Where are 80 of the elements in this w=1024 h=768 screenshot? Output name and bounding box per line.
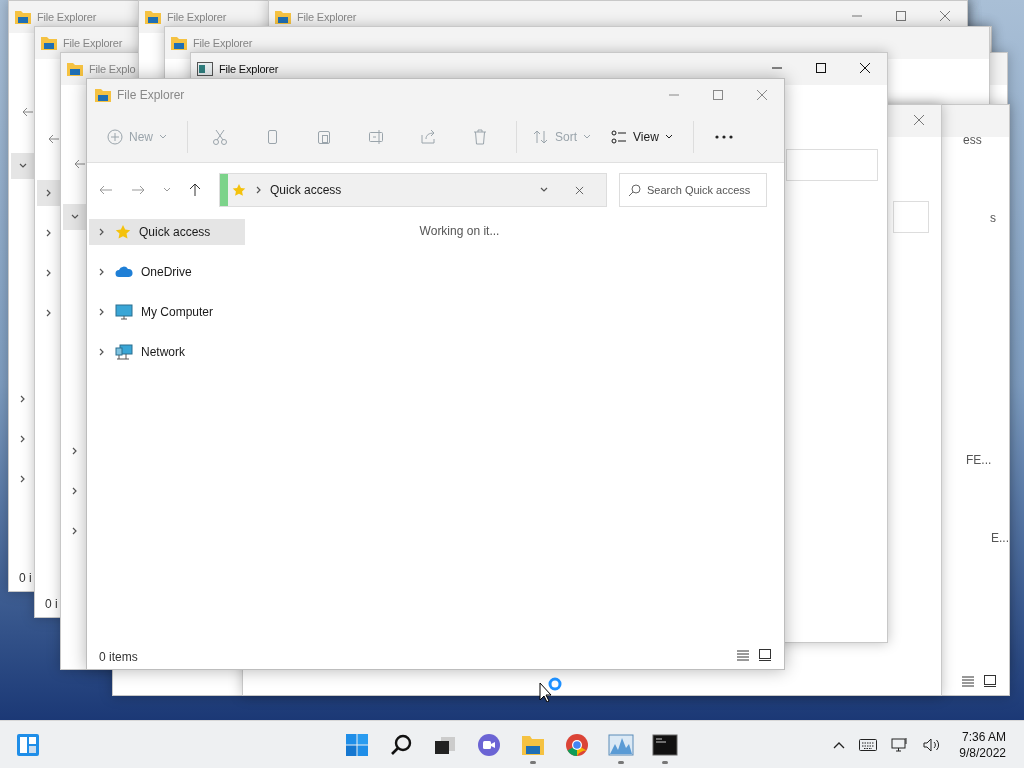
cloud-icon bbox=[115, 266, 133, 278]
terminal-icon[interactable] bbox=[652, 733, 678, 756]
chat-icon[interactable] bbox=[477, 732, 501, 757]
computer-icon bbox=[115, 304, 133, 320]
chevron-up-icon[interactable] bbox=[833, 740, 846, 749]
network-icon[interactable] bbox=[891, 736, 910, 753]
window-title: File Explorer bbox=[117, 87, 185, 104]
close-icon[interactable] bbox=[859, 62, 871, 74]
tiles-view-icon[interactable] bbox=[758, 649, 772, 661]
truncated-text: FE... bbox=[966, 452, 992, 469]
back-arrow-icon[interactable] bbox=[99, 184, 113, 196]
clock-time[interactable]: 7:36 AM bbox=[961, 728, 1006, 745]
caret-icon bbox=[583, 132, 592, 141]
address-path[interactable]: Quick access bbox=[270, 181, 342, 199]
location-stripe bbox=[220, 174, 228, 206]
tree-item[interactable]: Quick access bbox=[89, 219, 245, 245]
view-button[interactable]: View bbox=[603, 120, 681, 153]
back-arrow-icon[interactable] bbox=[48, 133, 60, 145]
folder-icon bbox=[15, 10, 31, 24]
window-title: File Explorer bbox=[37, 9, 97, 25]
maximize-icon[interactable] bbox=[815, 62, 827, 74]
truncated-text: ess bbox=[963, 132, 982, 149]
details-view-icon[interactable] bbox=[736, 649, 750, 661]
network-icon bbox=[115, 344, 133, 360]
search-icon[interactable] bbox=[389, 732, 413, 757]
window-title: File Explorer bbox=[63, 35, 123, 51]
folder-icon bbox=[95, 88, 111, 102]
details-view-icon[interactable] bbox=[961, 675, 975, 687]
plus-circle-icon bbox=[107, 128, 123, 145]
more-icon bbox=[714, 134, 733, 139]
folder-icon[interactable] bbox=[521, 733, 545, 756]
status-text: 0 i bbox=[45, 596, 58, 613]
window-title: File Explorer bbox=[219, 61, 279, 77]
search-input[interactable]: Search Quick access bbox=[647, 181, 763, 199]
window-title: File Explorer bbox=[167, 9, 227, 25]
truncated-text: E... bbox=[991, 530, 1009, 547]
up-arrow-icon[interactable] bbox=[189, 183, 201, 197]
star-icon bbox=[232, 183, 246, 197]
tiles-view-icon[interactable] bbox=[983, 675, 997, 687]
tree-item[interactable]: OneDrive bbox=[89, 259, 245, 285]
window-title: File Explorer bbox=[297, 9, 357, 25]
browser-icon[interactable] bbox=[565, 732, 589, 757]
folder-icon bbox=[67, 62, 83, 76]
search-field[interactable] bbox=[786, 149, 878, 181]
volume-icon[interactable] bbox=[923, 737, 942, 752]
back-arrow-icon[interactable] bbox=[22, 106, 34, 118]
window-title: File Explorer bbox=[193, 35, 253, 51]
expand-toggle[interactable] bbox=[63, 204, 87, 230]
widgets-icon[interactable] bbox=[16, 732, 40, 757]
folder-icon bbox=[145, 10, 161, 24]
folder-icon bbox=[41, 36, 57, 50]
caret-icon bbox=[159, 132, 167, 141]
folder-icon bbox=[171, 36, 187, 50]
tree-item[interactable]: Network bbox=[89, 339, 245, 365]
expand-toggle[interactable] bbox=[37, 180, 61, 206]
window-title: File Explo bbox=[89, 61, 136, 77]
address-bar[interactable]: Quick access bbox=[219, 173, 607, 207]
expand-toggle[interactable] bbox=[11, 153, 35, 179]
search-field[interactable] bbox=[893, 201, 929, 233]
search-field[interactable]: Search Quick access bbox=[619, 173, 767, 207]
truncated-text: s bbox=[990, 210, 996, 227]
forward-arrow-icon[interactable] bbox=[131, 184, 145, 196]
clear-icon[interactable] bbox=[575, 185, 584, 195]
keyboard-icon[interactable] bbox=[859, 738, 878, 751]
list-view-icon bbox=[611, 128, 628, 145]
star-icon bbox=[115, 224, 131, 240]
tree-item[interactable]: My Computer bbox=[89, 299, 245, 325]
loading-message: Working on it... bbox=[419, 223, 500, 240]
search-icon bbox=[628, 183, 641, 197]
clock-date[interactable]: 9/8/2022 bbox=[959, 744, 1006, 761]
caret-icon bbox=[664, 132, 673, 141]
performance-monitor-icon[interactable] bbox=[608, 733, 634, 756]
window-app-icon bbox=[197, 62, 213, 76]
folder-icon bbox=[275, 10, 291, 24]
sort-arrows-icon bbox=[533, 128, 549, 145]
back-arrow-icon[interactable] bbox=[74, 158, 86, 170]
status-text: 0 i bbox=[19, 570, 32, 587]
status-text: 0 items bbox=[99, 649, 138, 666]
recent-locations-icon[interactable] bbox=[163, 186, 171, 194]
start-icon[interactable] bbox=[345, 732, 369, 757]
